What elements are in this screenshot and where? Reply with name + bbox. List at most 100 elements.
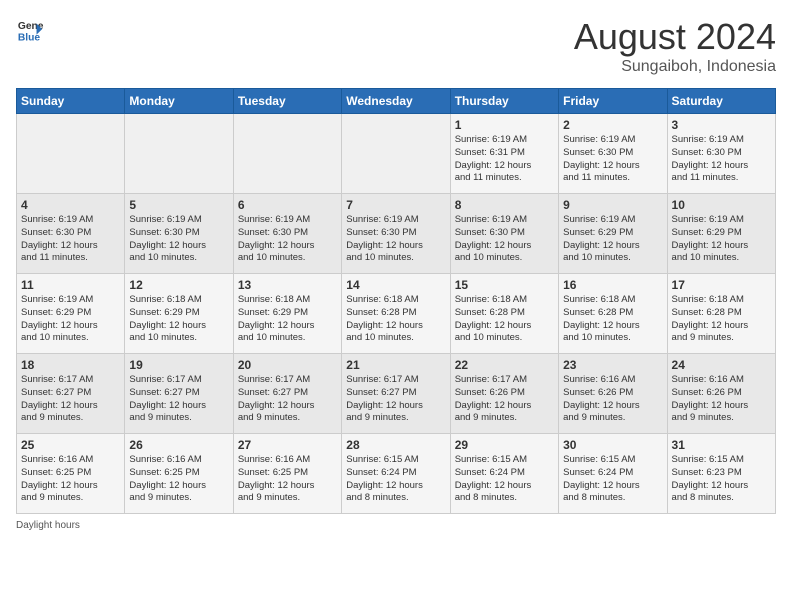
calendar-cell: 13 Sunrise: 6:18 AM Sunset: 6:29 PM Dayli…: [233, 274, 341, 354]
day-info: Sunrise: 6:17 AM Sunset: 6:27 PM Dayligh…: [129, 374, 228, 425]
day-number: 1: [455, 118, 554, 132]
calendar-cell: 24Sunrise: 6:16 AM Sunset: 6:26 PM Dayli…: [667, 354, 775, 434]
calendar-cell: 17 Sunrise: 6:18 AM Sunset: 6:28 PM Dayli…: [667, 274, 775, 354]
calendar-cell: 1 Sunrise: 6:19 AM Sunset: 6:31 PM Daylig…: [450, 114, 558, 194]
day-number: 17: [672, 278, 771, 292]
calendar-cell: 11Sunrise: 6:19 AM Sunset: 6:29 PM Dayli…: [17, 274, 125, 354]
day-number: 29: [455, 438, 554, 452]
title-block: August 2024 Sungaiboh, Indonesia: [574, 16, 776, 76]
calendar-cell: [17, 114, 125, 194]
calendar-cell: 9 Sunrise: 6:19 AM Sunset: 6:29 PM Daylig…: [559, 194, 667, 274]
calendar-cell: 26Sunrise: 6:16 AM Sunset: 6:25 PM Dayli…: [125, 434, 233, 514]
calendar-cell: 31Sunrise: 6:15 AM Sunset: 6:23 PM Dayli…: [667, 434, 775, 514]
day-number: 7: [346, 198, 445, 212]
weekday-header-row: SundayMondayTuesdayWednesdayThursdayFrid…: [17, 89, 776, 114]
weekday-header-monday: Monday: [125, 89, 233, 114]
calendar-cell: 22Sunrise: 6:17 AM Sunset: 6:26 PM Dayli…: [450, 354, 558, 434]
calendar-cell: 3 Sunrise: 6:19 AM Sunset: 6:30 PM Daylig…: [667, 114, 775, 194]
day-number: 25: [21, 438, 120, 452]
day-number: 9: [563, 198, 662, 212]
day-number: 30: [563, 438, 662, 452]
day-number: 14: [346, 278, 445, 292]
day-info: Sunrise: 6:19 AM Sunset: 6:29 PM Dayligh…: [563, 214, 662, 265]
day-info: Sunrise: 6:19 AM Sunset: 6:31 PM Dayligh…: [455, 134, 554, 185]
day-number: 6: [238, 198, 337, 212]
calendar-cell: 23 Sunrise: 6:16 AM Sunset: 6:26 PM Dayli…: [559, 354, 667, 434]
day-number: 21: [346, 358, 445, 372]
page-header: General Blue August 2024 Sungaiboh, Indo…: [16, 16, 776, 76]
day-info: Sunrise: 6:19 AM Sunset: 6:30 PM Dayligh…: [238, 214, 337, 265]
weekday-header-saturday: Saturday: [667, 89, 775, 114]
calendar-cell: 4Sunrise: 6:19 AM Sunset: 6:30 PM Daylig…: [17, 194, 125, 274]
day-info: Sunrise: 6:19 AM Sunset: 6:30 PM Dayligh…: [455, 214, 554, 265]
day-number: 28: [346, 438, 445, 452]
day-info: Sunrise: 6:19 AM Sunset: 6:30 PM Dayligh…: [563, 134, 662, 185]
calendar-cell: 7 Sunrise: 6:19 AM Sunset: 6:30 PM Daylig…: [342, 194, 450, 274]
day-info: Sunrise: 6:18 AM Sunset: 6:28 PM Dayligh…: [563, 294, 662, 345]
calendar-cell: [125, 114, 233, 194]
day-info: Sunrise: 6:19 AM Sunset: 6:30 PM Dayligh…: [21, 214, 120, 265]
weekday-header-thursday: Thursday: [450, 89, 558, 114]
day-info: Sunrise: 6:15 AM Sunset: 6:24 PM Dayligh…: [346, 454, 445, 505]
calendar-week-row: 18 Sunrise: 6:17 AM Sunset: 6:27 PM Dayli…: [17, 354, 776, 434]
calendar-week-row: 1 Sunrise: 6:19 AM Sunset: 6:31 PM Daylig…: [17, 114, 776, 194]
day-info: Sunrise: 6:15 AM Sunset: 6:24 PM Dayligh…: [563, 454, 662, 505]
footer-label: Daylight hours: [16, 520, 80, 531]
day-info: Sunrise: 6:19 AM Sunset: 6:29 PM Dayligh…: [672, 214, 771, 265]
day-info: Sunrise: 6:18 AM Sunset: 6:29 PM Dayligh…: [238, 294, 337, 345]
day-info: Sunrise: 6:17 AM Sunset: 6:26 PM Dayligh…: [455, 374, 554, 425]
calendar-table: SundayMondayTuesdayWednesdayThursdayFrid…: [16, 88, 776, 514]
day-number: 10: [672, 198, 771, 212]
day-number: 31: [672, 438, 771, 452]
day-info: Sunrise: 6:16 AM Sunset: 6:26 PM Dayligh…: [563, 374, 662, 425]
calendar-subtitle: Sungaiboh, Indonesia: [574, 58, 776, 76]
day-info: Sunrise: 6:18 AM Sunset: 6:29 PM Dayligh…: [129, 294, 228, 345]
day-info: Sunrise: 6:17 AM Sunset: 6:27 PM Dayligh…: [21, 374, 120, 425]
calendar-cell: [342, 114, 450, 194]
calendar-cell: 10 Sunrise: 6:19 AM Sunset: 6:29 PM Dayli…: [667, 194, 775, 274]
weekday-header-friday: Friday: [559, 89, 667, 114]
day-number: 20: [238, 358, 337, 372]
calendar-cell: 2 Sunrise: 6:19 AM Sunset: 6:30 PM Daylig…: [559, 114, 667, 194]
calendar-title: August 2024: [574, 16, 776, 58]
day-number: 18: [21, 358, 120, 372]
calendar-cell: 20Sunrise: 6:17 AM Sunset: 6:27 PM Dayli…: [233, 354, 341, 434]
day-number: 27: [238, 438, 337, 452]
calendar-cell: 28 Sunrise: 6:15 AM Sunset: 6:24 PM Dayli…: [342, 434, 450, 514]
day-info: Sunrise: 6:16 AM Sunset: 6:25 PM Dayligh…: [238, 454, 337, 505]
day-number: 12: [129, 278, 228, 292]
day-info: Sunrise: 6:18 AM Sunset: 6:28 PM Dayligh…: [346, 294, 445, 345]
calendar-cell: 14 Sunrise: 6:18 AM Sunset: 6:28 PM Dayli…: [342, 274, 450, 354]
weekday-header-wednesday: Wednesday: [342, 89, 450, 114]
calendar-week-row: 11Sunrise: 6:19 AM Sunset: 6:29 PM Dayli…: [17, 274, 776, 354]
day-info: Sunrise: 6:15 AM Sunset: 6:24 PM Dayligh…: [455, 454, 554, 505]
day-number: 3: [672, 118, 771, 132]
logo: General Blue: [16, 16, 44, 44]
calendar-cell: 5Sunrise: 6:19 AM Sunset: 6:30 PM Daylig…: [125, 194, 233, 274]
calendar-cell: 12 Sunrise: 6:18 AM Sunset: 6:29 PM Dayli…: [125, 274, 233, 354]
day-info: Sunrise: 6:19 AM Sunset: 6:30 PM Dayligh…: [672, 134, 771, 185]
weekday-header-tuesday: Tuesday: [233, 89, 341, 114]
calendar-cell: 16Sunrise: 6:18 AM Sunset: 6:28 PM Dayli…: [559, 274, 667, 354]
day-number: 23: [563, 358, 662, 372]
weekday-header-sunday: Sunday: [17, 89, 125, 114]
calendar-cell: 8 Sunrise: 6:19 AM Sunset: 6:30 PM Daylig…: [450, 194, 558, 274]
calendar-cell: [233, 114, 341, 194]
day-number: 15: [455, 278, 554, 292]
logo-icon: General Blue: [16, 16, 44, 44]
day-info: Sunrise: 6:17 AM Sunset: 6:27 PM Dayligh…: [346, 374, 445, 425]
day-number: 8: [455, 198, 554, 212]
day-info: Sunrise: 6:16 AM Sunset: 6:25 PM Dayligh…: [21, 454, 120, 505]
day-info: Sunrise: 6:18 AM Sunset: 6:28 PM Dayligh…: [455, 294, 554, 345]
day-number: 2: [563, 118, 662, 132]
calendar-cell: 30 Sunrise: 6:15 AM Sunset: 6:24 PM Dayli…: [559, 434, 667, 514]
calendar-cell: 29 Sunrise: 6:15 AM Sunset: 6:24 PM Dayli…: [450, 434, 558, 514]
day-number: 24: [672, 358, 771, 372]
day-number: 19: [129, 358, 228, 372]
calendar-cell: 6 Sunrise: 6:19 AM Sunset: 6:30 PM Daylig…: [233, 194, 341, 274]
day-info: Sunrise: 6:19 AM Sunset: 6:30 PM Dayligh…: [346, 214, 445, 265]
calendar-cell: 21 Sunrise: 6:17 AM Sunset: 6:27 PM Dayli…: [342, 354, 450, 434]
day-number: 13: [238, 278, 337, 292]
day-number: 5: [129, 198, 228, 212]
day-info: Sunrise: 6:18 AM Sunset: 6:28 PM Dayligh…: [672, 294, 771, 345]
